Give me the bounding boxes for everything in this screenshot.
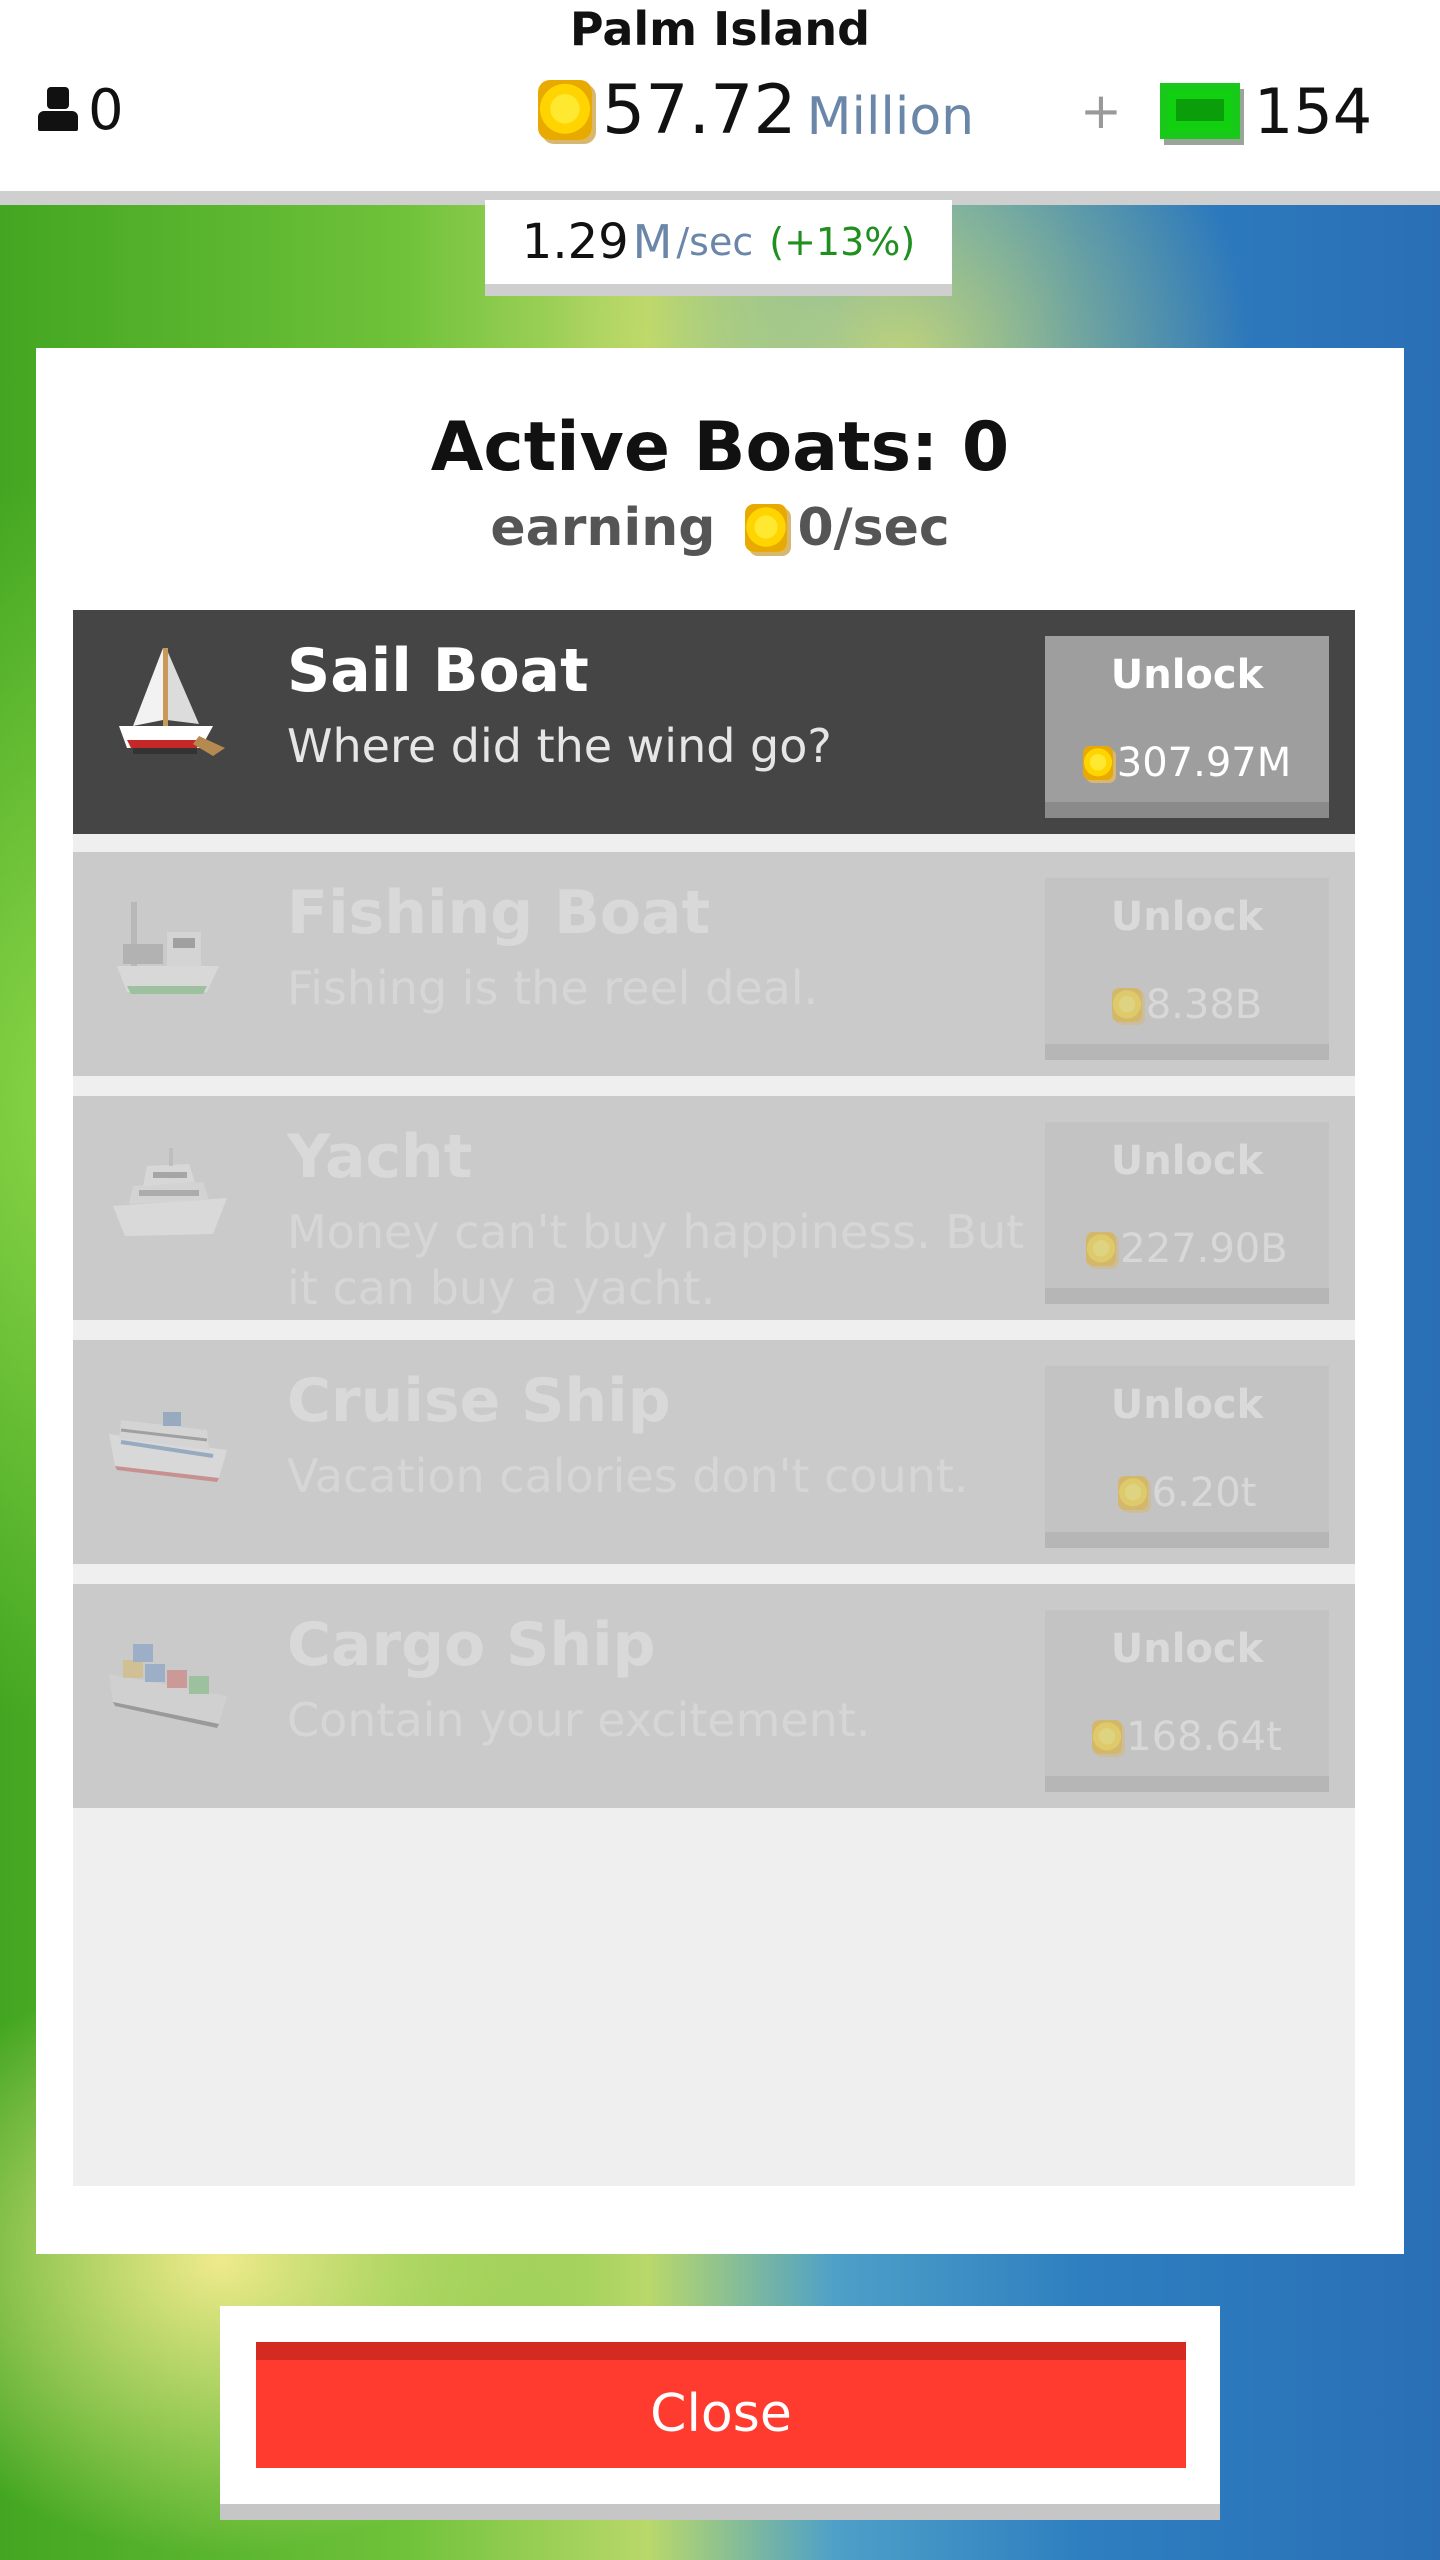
- unlock-button-cruise-ship[interactable]: Unlock 6.20t: [1045, 1366, 1329, 1548]
- boats-list: Sail Boat Where did the wind go? Unlock …: [73, 610, 1355, 2186]
- earning-line: earning 0/sec: [36, 498, 1404, 558]
- unlock-button-sail-boat[interactable]: Unlock 307.97M: [1045, 636, 1329, 818]
- money-value: 57.72: [602, 70, 797, 150]
- top-hud: Palm Island 0 57.72 Million + 154: [0, 0, 1440, 205]
- boat-row-cargo-ship: Cargo Ship Contain your excitement. Unlo…: [73, 1584, 1355, 1808]
- sail-boat-icon: [119, 648, 225, 756]
- price-value: 6.20t: [1151, 1470, 1257, 1516]
- rate-per: /sec: [676, 220, 754, 264]
- money-counter: 57.72 Million: [538, 70, 974, 150]
- unlock-label: Unlock: [1110, 1382, 1264, 1428]
- boat-row-fishing-boat: Fishing Boat Fishing is the reel deal. U…: [73, 852, 1355, 1076]
- fishing-boat-icon: [117, 902, 219, 994]
- workers-counter: 0: [38, 77, 124, 143]
- coin-icon: [1117, 1476, 1148, 1510]
- island-name: Palm Island: [569, 2, 871, 56]
- unlock-price: 227.90B: [1045, 1226, 1329, 1272]
- income-rate-tab: 1.29 M /sec (+13%): [485, 200, 952, 296]
- unlock-button-yacht[interactable]: Unlock 227.90B: [1045, 1122, 1329, 1304]
- boat-row-sail-boat: Sail Boat Where did the wind go? Unlock …: [73, 610, 1355, 834]
- boat-description: Vacation calories don't count.: [287, 1449, 969, 1503]
- boat-name: Yacht: [287, 1122, 473, 1192]
- close-button-frame: Close: [220, 2306, 1220, 2520]
- earning-label: earning: [490, 498, 716, 558]
- boat-description: Contain your excitement.: [287, 1693, 871, 1747]
- price-value: 8.38B: [1145, 982, 1263, 1028]
- coin-icon: [1082, 746, 1113, 780]
- add-gems-button[interactable]: +: [1080, 82, 1122, 140]
- price-value: 168.64t: [1126, 1714, 1282, 1760]
- unlock-button-cargo-ship[interactable]: Unlock 168.64t: [1045, 1610, 1329, 1792]
- earning-value: 0/sec: [797, 498, 950, 558]
- unlock-label: Unlock: [1110, 1138, 1264, 1184]
- unlock-label: Unlock: [1110, 652, 1264, 698]
- unlock-price: 8.38B: [1045, 982, 1329, 1028]
- close-button[interactable]: Close: [256, 2342, 1186, 2468]
- cruise-ship-icon: [109, 1412, 227, 1482]
- unlock-button-fishing-boat[interactable]: Unlock 8.38B: [1045, 878, 1329, 1060]
- rate-value: 1.29: [521, 214, 629, 270]
- gems-counter[interactable]: + 154: [1080, 74, 1373, 148]
- panel-title: Active Boats: 0: [430, 408, 1010, 487]
- coin-icon: [538, 80, 592, 140]
- unlock-label: Unlock: [1110, 1626, 1264, 1672]
- boat-row-yacht: Yacht Money can't buy happiness. But it …: [73, 1096, 1355, 1320]
- coin-icon: [1086, 1232, 1117, 1266]
- boat-row-cruise-ship: Cruise Ship Vacation calories don't coun…: [73, 1340, 1355, 1564]
- gems-count: 154: [1253, 74, 1373, 148]
- boat-name: Cruise Ship: [287, 1366, 671, 1436]
- boat-description: Fishing is the reel deal.: [287, 961, 819, 1015]
- workers-count: 0: [88, 77, 124, 143]
- boats-panel: Active Boats: 0 earning 0/sec Sail Boat …: [36, 348, 1404, 2254]
- unlock-price: 168.64t: [1045, 1714, 1329, 1760]
- rate-unit: M: [632, 215, 673, 269]
- boat-description: Money can't buy happiness. But it can bu…: [287, 1205, 1025, 1315]
- coin-icon: [1111, 988, 1142, 1022]
- unlock-price: 307.97M: [1045, 740, 1329, 786]
- unlock-price: 6.20t: [1045, 1470, 1329, 1516]
- boat-name: Sail Boat: [287, 636, 589, 706]
- rate-bonus: (+13%): [769, 220, 916, 264]
- boat-name: Cargo Ship: [287, 1610, 656, 1680]
- coin-icon: [745, 504, 788, 552]
- cargo-ship-icon: [109, 1644, 227, 1728]
- price-value: 227.90B: [1120, 1226, 1288, 1272]
- boat-description: Where did the wind go?: [287, 719, 832, 773]
- coin-icon: [1092, 1720, 1123, 1754]
- gem-icon: [1159, 83, 1240, 139]
- boat-name: Fishing Boat: [287, 878, 711, 948]
- yacht-icon: [113, 1148, 227, 1236]
- price-value: 307.97M: [1116, 740, 1292, 786]
- person-icon: [38, 87, 78, 133]
- unlock-label: Unlock: [1110, 894, 1264, 940]
- money-unit: Million: [806, 87, 975, 147]
